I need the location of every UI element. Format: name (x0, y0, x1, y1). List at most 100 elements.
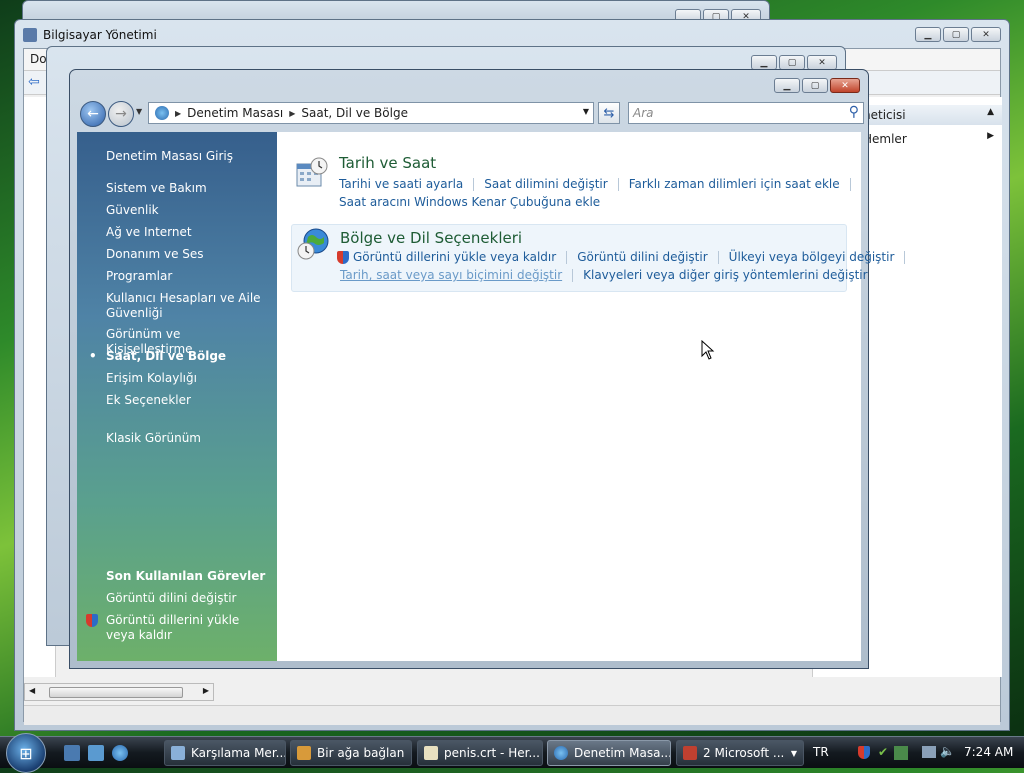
show-desktop-icon[interactable] (64, 745, 80, 761)
sidebar-item-system-maintenance[interactable]: Sistem ve Bakım (106, 181, 266, 196)
maximize-button[interactable]: ▢ (779, 55, 805, 70)
scroll-thumb[interactable] (49, 687, 183, 698)
close-button[interactable]: ✕ (807, 55, 837, 70)
recent-pages-dropdown[interactable]: ▼ (136, 107, 142, 116)
clock[interactable]: 7:24 AM (964, 745, 1013, 759)
breadcrumb-arrow-icon[interactable]: ▶ (175, 109, 181, 118)
language-indicator[interactable]: TR (813, 745, 829, 759)
search-input[interactable]: Ara ⚲ (628, 102, 864, 124)
category-title[interactable]: Tarih ve Saat (339, 154, 436, 172)
expand-icon[interactable]: ▶ (987, 131, 994, 141)
recent-task-install-display-languages[interactable]: Görüntü dillerini yükle veya kaldır (106, 613, 266, 643)
link-add-clocks[interactable]: Farklı zaman dilimleri için saat ekle (629, 177, 840, 191)
link-add-clock-gadget[interactable]: Saat aracını Windows Kenar Çubuğuna ekle (339, 195, 600, 209)
welcome-center-icon (171, 746, 185, 760)
group-dropdown-icon[interactable]: ▼ (791, 749, 797, 758)
maximize-button[interactable]: ▢ (943, 27, 969, 42)
task-pane: Denetim Masası Giriş Sistem ve Bakım Güv… (77, 132, 277, 661)
forward-button[interactable]: → (108, 101, 134, 127)
globe-clock-icon[interactable] (296, 227, 330, 261)
recent-tasks-heading: Son Kullanılan Görevler (106, 569, 266, 583)
link-change-keyboards[interactable]: Klavyeleri veya diğer giriş yöntemlerini… (583, 268, 867, 282)
taskbar-item-microsoft-group[interactable]: 2 Microsoft ... ▼ (676, 740, 804, 766)
system-tray: ✔ 🔈 7:24 AM (850, 740, 1024, 766)
link-row: Saat aracını Windows Kenar Çubuğuna ekle (339, 195, 600, 209)
link-row: Tarih, saat veya sayı biçimini değiştir … (340, 268, 868, 282)
control-panel-window[interactable]: ▁ ▢ ✕ ← → ▼ ▶ Denetim Masası ▶ Saat, Dil… (69, 69, 906, 669)
security-center-icon[interactable] (858, 746, 870, 759)
sidebar-item-classic-view[interactable]: Klasik Görünüm (106, 431, 266, 446)
taskbar-item-welcome-center[interactable]: Karşılama Mer... (164, 740, 286, 766)
mouse-pointer-icon (701, 340, 715, 360)
control-panel-icon (155, 106, 169, 120)
taskbar-item-label: Bir ağa bağlan (317, 746, 405, 760)
minimize-button[interactable]: ▁ (751, 55, 777, 70)
sidebar-item-control-panel-home[interactable]: Denetim Masası Giriş (106, 149, 266, 164)
link-row: Tarihi ve saati ayarla Saat dilimini değ… (339, 177, 861, 191)
recent-task-change-display-language[interactable]: Görüntü dilini değiştir (106, 591, 266, 606)
status-bar (24, 705, 1000, 725)
forward-arrow-icon: → (115, 106, 127, 122)
network-status-icon[interactable] (922, 746, 936, 758)
window-title: Bilgisayar Yönetimi (43, 28, 157, 42)
taskbar-item-connect-network[interactable]: Bir ağa bağlan (290, 740, 412, 766)
close-button[interactable]: ✕ (830, 78, 860, 93)
link-separator (617, 177, 619, 191)
taskbar: ⊞ Karşılama Mer... Bir ağa bağlan penis.… (0, 733, 1024, 773)
sidebar-item-hardware-sound[interactable]: Donanım ve Ses (106, 247, 266, 262)
back-arrow-icon[interactable]: ⇦ (28, 74, 40, 90)
sidebar-item-user-accounts[interactable]: Kullanıcı Hesapları ve Aile Güvenliği (106, 291, 266, 321)
link-separator (849, 177, 851, 191)
sidebar-item-additional-options[interactable]: Ek Seçenekler (106, 393, 266, 408)
link-separator (566, 250, 568, 264)
refresh-button[interactable]: ⇆ (598, 102, 620, 124)
category-regional-language: Bölge ve Dil Seçenekleri Görüntü dilleri… (291, 224, 906, 292)
link-separator (572, 268, 574, 282)
back-button[interactable]: ← (80, 101, 106, 127)
category-title[interactable]: Bölge ve Dil Seçenekleri (340, 229, 522, 247)
actions-header-label: neticisi (863, 108, 906, 122)
app-tray-icon[interactable] (894, 746, 908, 760)
link-set-date-time[interactable]: Tarihi ve saati ayarla (339, 177, 463, 191)
search-placeholder: Ara (633, 106, 654, 120)
address-dropdown-icon[interactable]: ▼ (583, 107, 589, 116)
scroll-right-icon[interactable]: ▶ (203, 686, 209, 695)
menu-item[interactable]: Do (30, 52, 47, 66)
sidebar-item-network-internet[interactable]: Ağ ve Internet (106, 225, 266, 240)
sidebar-item-programs[interactable]: Programlar (106, 269, 266, 284)
checkmark-icon[interactable]: ✔ (878, 745, 888, 759)
address-bar[interactable]: ▶ Denetim Masası ▶ Saat, Dil ve Bölge ▼ (148, 102, 594, 124)
link-change-date-time-number-format[interactable]: Tarih, saat veya sayı biçimini değiştir (340, 268, 562, 282)
calendar-clock-icon[interactable] (295, 156, 329, 190)
sidebar-item-ease-of-access[interactable]: Erişim Kolaylığı (106, 371, 266, 386)
certificate-icon (424, 746, 438, 760)
sidebar-item-security[interactable]: Güvenlik (106, 203, 266, 218)
scroll-left-icon[interactable]: ◀ (29, 686, 35, 695)
breadcrumb-arrow-icon[interactable]: ▶ (289, 109, 295, 118)
link-change-display-language[interactable]: Görüntü dilini değiştir (577, 250, 707, 264)
close-button[interactable]: ✕ (971, 27, 1001, 42)
volume-icon[interactable]: 🔈 (940, 744, 955, 758)
link-change-location[interactable]: Ülkeyi veya bölgeyi değiştir (729, 250, 895, 264)
content-pane: Tarih ve Saat Tarihi ve saati ayarla Saa… (277, 132, 906, 661)
breadcrumb-control-panel[interactable]: Denetim Masası (187, 106, 283, 120)
link-install-display-languages[interactable]: Görüntü dillerini yükle veya kaldır (353, 250, 556, 264)
minimize-button[interactable]: ▁ (774, 78, 800, 93)
switch-windows-icon[interactable] (88, 745, 104, 761)
maximize-button[interactable]: ▢ (802, 78, 828, 93)
taskbar-item-certificate[interactable]: penis.crt - Her... (417, 740, 543, 766)
start-button[interactable]: ⊞ (6, 733, 46, 773)
internet-explorer-icon[interactable] (112, 745, 128, 761)
taskbar-item-control-panel[interactable]: Denetim Masa... (547, 740, 671, 766)
navigation-bar: ← → ▼ ▶ Denetim Masası ▶ Saat, Dil ve Bö… (76, 100, 864, 128)
taskbar-item-label: Denetim Masa... (574, 746, 671, 760)
horizontal-scrollbar[interactable]: ◀ ▶ (24, 683, 214, 701)
link-change-time-zone[interactable]: Saat dilimini değiştir (484, 177, 607, 191)
collapse-icon[interactable]: ▲ (987, 107, 994, 117)
category-date-time: Tarih ve Saat Tarihi ve saati ayarla Saa… (291, 154, 851, 214)
sidebar-item-clock-language-region[interactable]: • Saat, Dil ve Bölge (89, 349, 266, 364)
control-panel-icon (554, 746, 568, 760)
search-icon[interactable]: ⚲ (849, 104, 859, 120)
minimize-button[interactable]: ▁ (915, 27, 941, 42)
breadcrumb-clock-language-region[interactable]: Saat, Dil ve Bölge (301, 106, 408, 120)
